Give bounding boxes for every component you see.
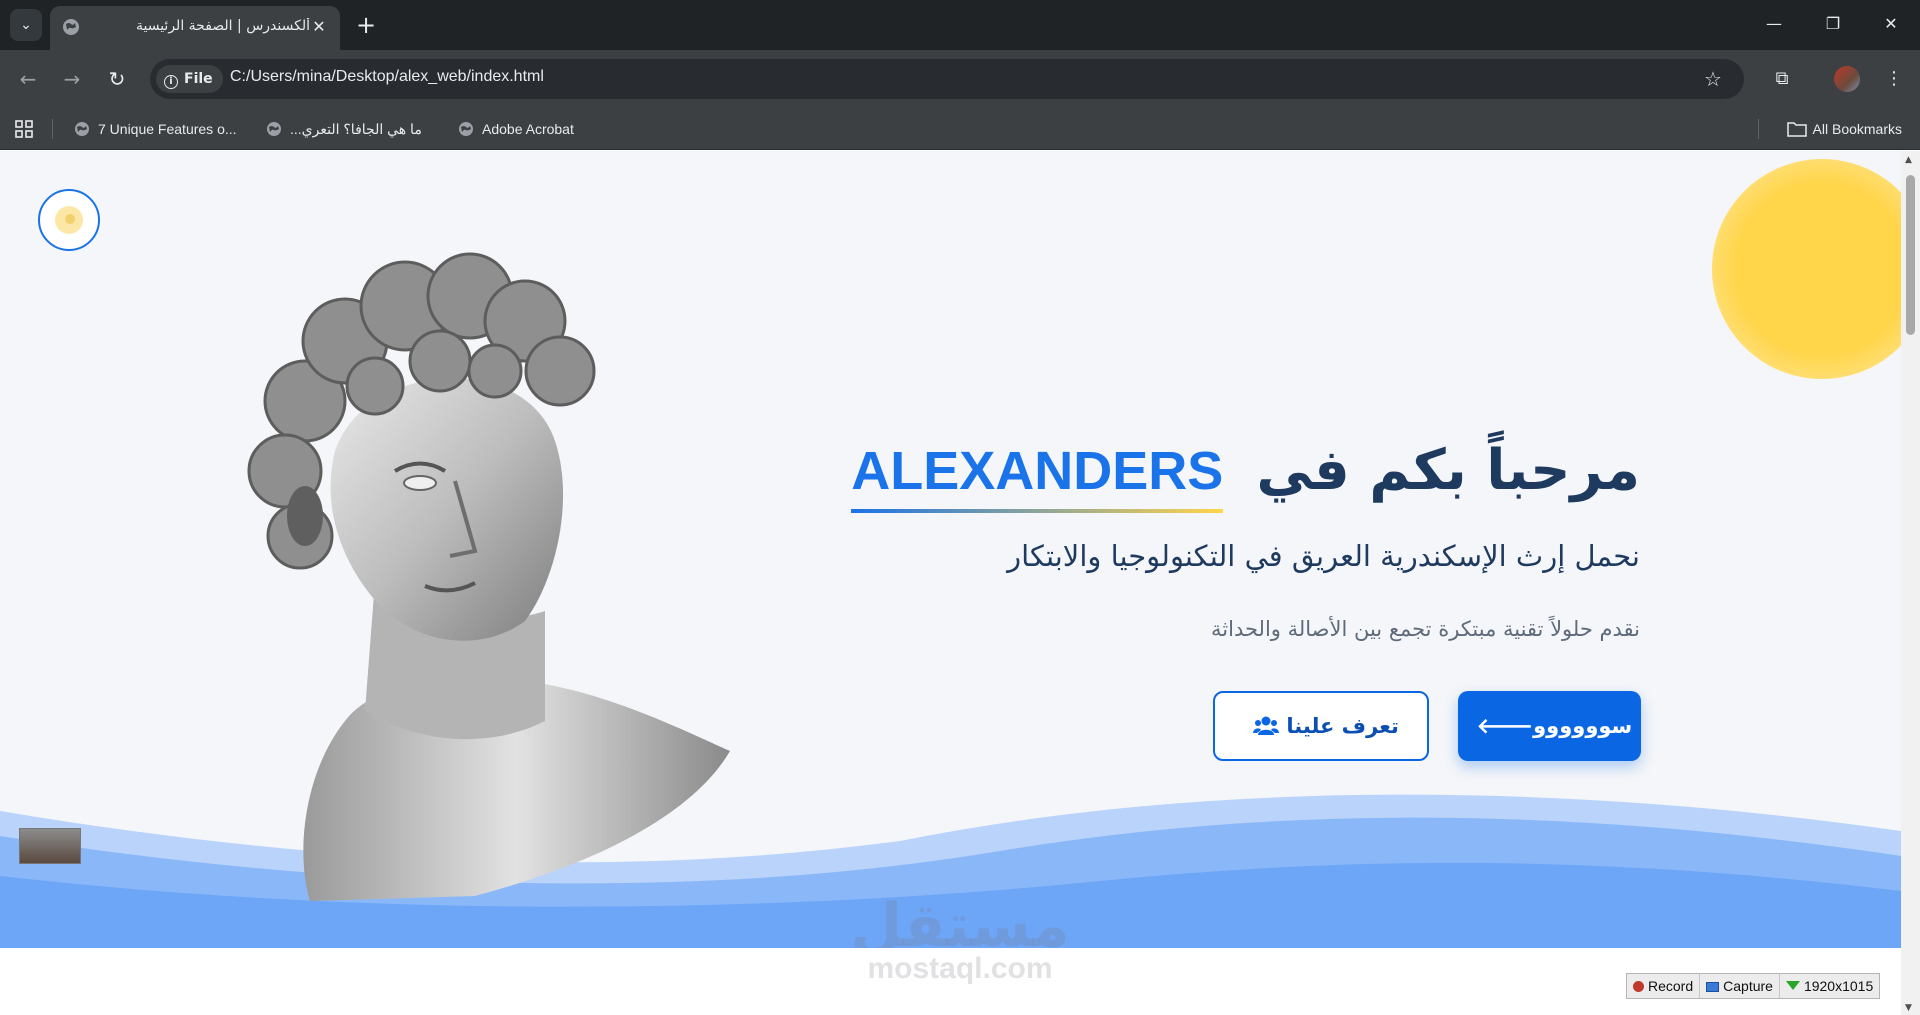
bookmark-item[interactable]: Adobe Acrobat: [458, 117, 574, 141]
scroll-down-icon[interactable]: ▼: [1905, 1003, 1912, 1013]
primary-cta-button[interactable]: سوووووو🡐: [1458, 691, 1641, 761]
profile-avatar[interactable]: [1834, 66, 1860, 92]
hero-title-arabic: مرحباً بكم في: [1256, 438, 1640, 503]
folder-icon: [1786, 122, 1807, 137]
all-bookmarks-button[interactable]: All Bookmarks: [1786, 117, 1902, 141]
about-us-button[interactable]: تعرف علينا: [1213, 691, 1429, 761]
resolution-selector[interactable]: 1920x1015: [1780, 974, 1879, 998]
hero-description: نقدم حلولاً تقنية مبتكرة تجمع بين الأصال…: [1211, 617, 1640, 641]
hero-title: مرحباً بكم في ALEXANDERS: [851, 431, 1640, 513]
section-thumbnail: [19, 828, 81, 864]
tab-search-button[interactable]: ⌄: [10, 9, 42, 41]
bookmark-item[interactable]: 7 Unique Features o...: [74, 117, 237, 141]
statue-bust-image: [247, 252, 730, 901]
page-viewport: مرحباً بكم في ALEXANDERS نحمل إرث الإسكن…: [0, 151, 1901, 1015]
chevron-down-icon: ⌄: [20, 17, 32, 33]
globe-icon: [75, 122, 89, 136]
bookmark-item[interactable]: ما هي الجافا؟ التعري...: [266, 117, 430, 141]
tab-title: ألكسندرس | الصفحة الرئيسية: [135, 18, 310, 34]
bookmarks-bar: 7 Unique Features o... ما هي الجافا؟ الت…: [0, 108, 1920, 150]
record-dot-icon: [1633, 981, 1644, 992]
forward-arrow-icon[interactable]: →: [56, 63, 88, 95]
close-tab-icon[interactable]: ✕: [308, 16, 330, 38]
site-watermark: مستقل: [850, 891, 1070, 948]
bookmark-star-icon[interactable]: ☆: [1700, 66, 1726, 92]
record-button[interactable]: Record: [1627, 974, 1701, 998]
site-watermark-url: mostaql.com: [867, 952, 1053, 985]
screen-recorder-toolbar: Record Capture 1920x1015: [1626, 973, 1881, 999]
scrollbar-thumb[interactable]: [1906, 175, 1915, 335]
new-tab-button[interactable]: +: [354, 11, 378, 39]
browser-toolbar: ← → ↻ i File C:/Users/mina/Desktop/alex_w…: [0, 50, 1920, 108]
url-text[interactable]: C:/Users/mina/Desktop/alex_web/index.htm…: [230, 68, 544, 86]
globe-icon: [459, 122, 473, 136]
users-icon: [1253, 716, 1280, 735]
tab-strip: ⌄ ألكسندرس | الصفحة الرئيسية ✕ + — ❐ ✕: [0, 0, 1920, 50]
apps-grid-icon[interactable]: [14, 119, 34, 139]
address-bar[interactable]: i File C:/Users/mina/Desktop/alex_web/ind…: [150, 59, 1744, 99]
globe-icon: [267, 122, 281, 136]
hero-section: مرحباً بكم في ALEXANDERS نحمل إرث الإسكن…: [0, 151, 1901, 948]
restore-button[interactable]: ❐: [1815, 8, 1851, 40]
close-window-button[interactable]: ✕: [1873, 8, 1909, 40]
site-info-chip[interactable]: i File: [156, 65, 223, 93]
moon-icon: [55, 206, 83, 234]
capture-button[interactable]: Capture: [1700, 974, 1780, 998]
hero-title-brand: ALEXANDERS: [851, 431, 1224, 513]
bookmarks-divider: [52, 119, 53, 139]
scroll-up-icon[interactable]: ▲: [1905, 155, 1912, 165]
reload-icon[interactable]: ↻: [101, 63, 133, 95]
bookmarks-divider: [1758, 119, 1759, 139]
sun-decoration: [1712, 159, 1901, 379]
page-scrollbar[interactable]: ▲ ▼: [1901, 151, 1920, 1015]
extensions-puzzle-icon[interactable]: ⧉: [1766, 63, 1798, 95]
arrow-left-icon: 🡐: [1476, 714, 1534, 738]
theme-toggle-button[interactable]: [38, 189, 100, 251]
globe-icon: [63, 19, 79, 35]
triangle-down-icon: [1785, 981, 1800, 990]
kebab-menu-icon[interactable]: ⋮: [1878, 63, 1910, 95]
back-arrow-icon[interactable]: ←: [12, 63, 44, 95]
info-icon: i: [164, 75, 178, 89]
monitor-icon: [1706, 982, 1720, 992]
minimize-button[interactable]: —: [1756, 8, 1792, 40]
active-tab[interactable]: ألكسندرس | الصفحة الرئيسية ✕: [50, 6, 340, 50]
hero-subtitle: نحمل إرث الإسكندرية العريق في التكنولوجي…: [1007, 539, 1640, 573]
